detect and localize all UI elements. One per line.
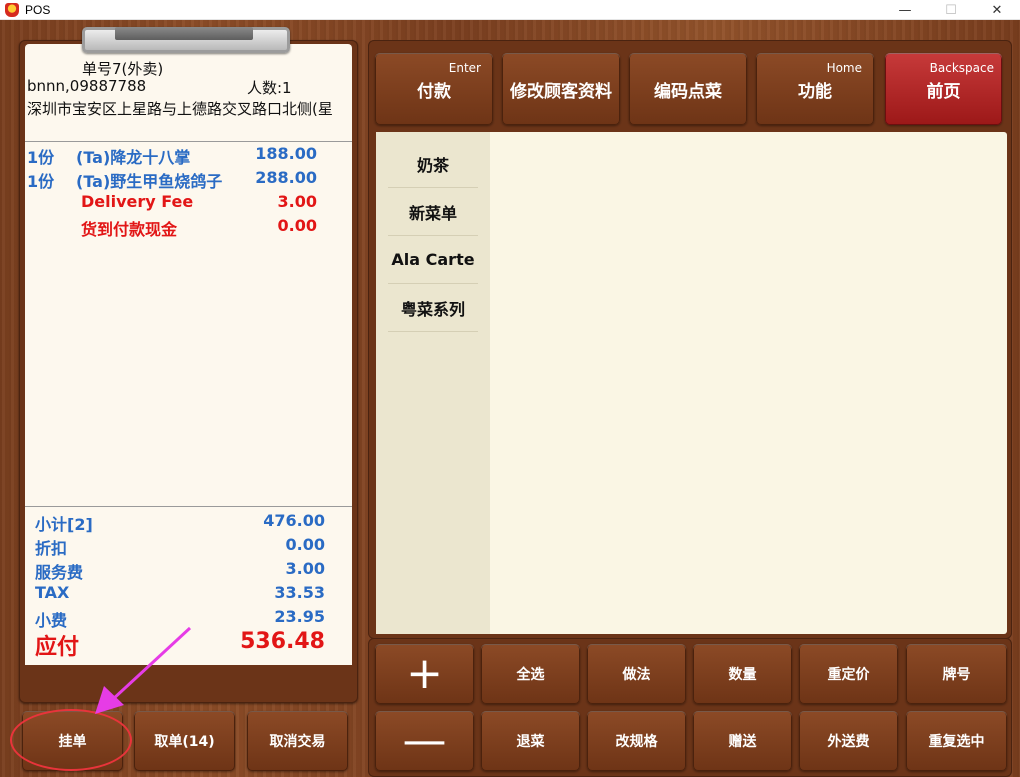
annotation-arrow-icon xyxy=(95,626,192,714)
